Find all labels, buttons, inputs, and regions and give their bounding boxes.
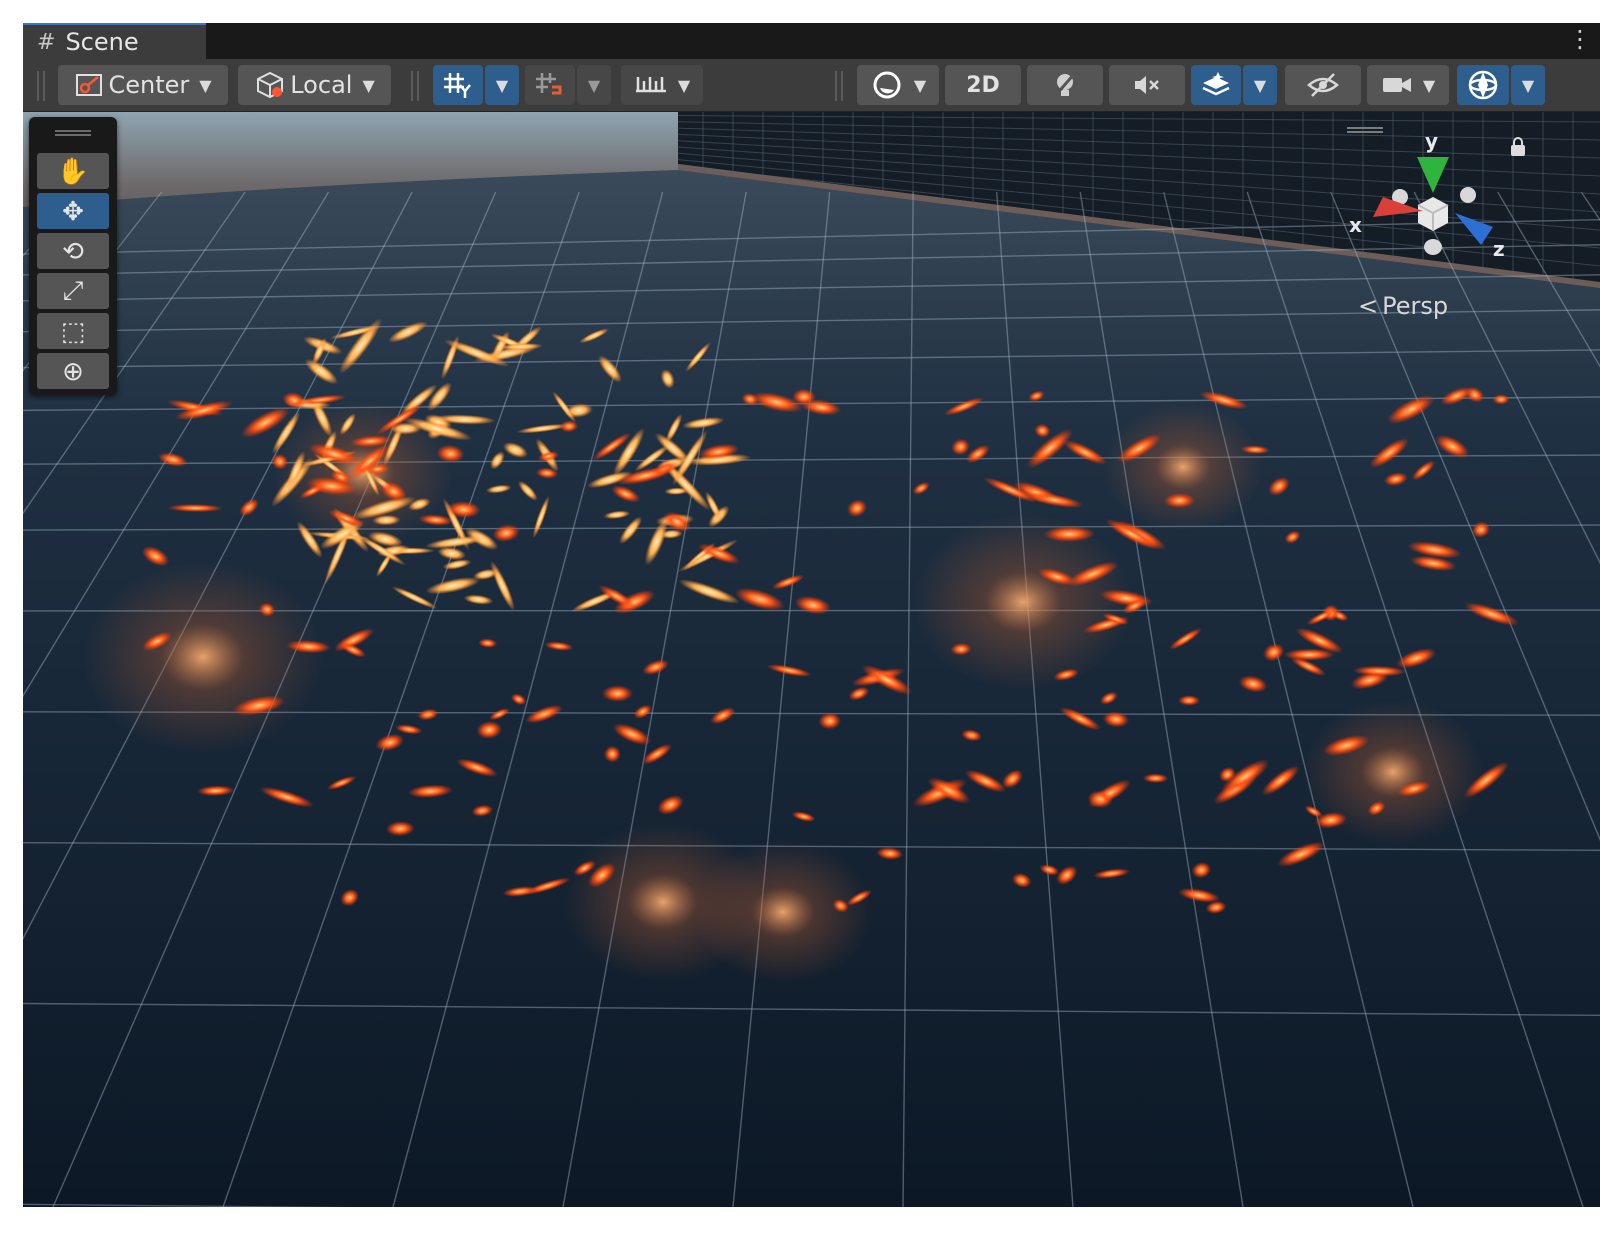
hand-tool-button[interactable]: ✋ (37, 153, 109, 189)
layers-effects-icon (1202, 72, 1230, 96)
chevron-down-icon: ▼ (1521, 75, 1535, 95)
grid-snap-button[interactable] (433, 65, 483, 105)
scale-icon: ⤢ (62, 275, 84, 305)
projection-label: Persp (1382, 292, 1449, 320)
increment-snap-button[interactable] (525, 65, 575, 105)
gizmo-z-label: z (1493, 237, 1505, 261)
gizmos-dropdown[interactable]: ▼ (1511, 65, 1545, 105)
pivot-mode-label: Center (108, 71, 190, 99)
hand-icon: ✋ (56, 155, 90, 186)
transform-tool-button[interactable]: ⊕ (37, 353, 109, 389)
toolbar-grip-icon[interactable] (37, 71, 45, 101)
gizmo-z-axis[interactable] (1455, 213, 1493, 245)
scene-visibility-toggle[interactable] (1285, 65, 1361, 105)
orientation-gizmo[interactable]: y x z (1343, 127, 1543, 287)
scene-toolbar: Center ▼ Local ▼ ▼ ▼ ▼ ▼ 2D ▼ ▼ ▼ (23, 59, 1600, 112)
rotate-tool-button[interactable]: ⟲ (37, 233, 109, 269)
gizmos-toggle[interactable] (1457, 65, 1509, 105)
audio-muted-icon (1135, 76, 1159, 94)
more-options-icon[interactable]: ⋮ (1568, 27, 1592, 53)
shaded-sphere-icon (873, 71, 901, 99)
pivot-rotation-label: Local (290, 71, 353, 99)
camera-icon (1382, 78, 1411, 92)
view-2d-toggle[interactable]: 2D (945, 65, 1021, 105)
increment-snap-dropdown[interactable]: ▼ (577, 65, 611, 105)
lighting-off-icon (1053, 72, 1077, 97)
tab-scene[interactable]: # Scene (23, 23, 206, 59)
rotate-icon: ⟲ (62, 235, 84, 266)
gizmo-y-axis[interactable] (1417, 157, 1449, 193)
chevron-down-icon: ▼ (495, 75, 509, 95)
chevron-left-icon: < (1358, 292, 1379, 320)
effects-toggle[interactable] (1191, 65, 1241, 105)
camera-settings-dropdown[interactable]: ▼ (1367, 65, 1449, 105)
gizmo-neg-z[interactable] (1460, 187, 1476, 203)
pivot-mode-dropdown[interactable]: Center ▼ (58, 65, 228, 105)
local-cube-icon (257, 71, 284, 99)
draw-mode-dropdown[interactable]: ▼ (857, 65, 939, 105)
move-arrows-icon: ✥ (62, 195, 84, 226)
overlay-drag-handle-icon[interactable] (55, 130, 91, 136)
tab-bar: # Scene ⋮ (23, 23, 1600, 59)
pivot-center-icon (76, 74, 103, 96)
lighting-toggle[interactable] (1027, 65, 1103, 105)
transform-icon: ⊕ (62, 355, 84, 386)
tools-overlay: ✋ ✥ ⟲ ⤢ ⬚ ⊕ (29, 117, 117, 395)
chevron-down-icon: ▼ (677, 75, 691, 95)
rect-tool-button[interactable]: ⬚ (37, 313, 109, 349)
chevron-down-icon: ▼ (362, 75, 375, 95)
lock-icon[interactable] (1511, 137, 1525, 156)
toolbar-grip-icon[interactable] (835, 71, 843, 101)
toolbar-grip-icon[interactable] (411, 71, 419, 101)
rect-transform-icon: ⬚ (60, 315, 86, 346)
hash-grid-icon: # (37, 29, 56, 55)
chevron-down-icon: ▼ (587, 75, 601, 95)
gizmo-y-label: y (1425, 129, 1439, 153)
view-2d-label: 2D (966, 72, 1000, 98)
grid-y-icon (444, 73, 471, 98)
chevron-down-icon: ▼ (913, 75, 927, 95)
grid-axis-dropdown[interactable]: ▼ (485, 65, 519, 105)
gizmo-x-label: x (1349, 213, 1362, 237)
pivot-rotation-dropdown[interactable]: Local ▼ (238, 65, 391, 105)
gizmo-neg-y[interactable] (1424, 239, 1442, 255)
gizmo-sphere-icon (1468, 70, 1498, 100)
tab-title: Scene (65, 28, 139, 56)
audio-toggle[interactable] (1109, 65, 1185, 105)
ruler-grid-icon (635, 77, 666, 93)
move-tool-button[interactable]: ✥ (37, 193, 109, 229)
projection-toggle[interactable]: < Persp (1358, 292, 1448, 320)
grid-visibility-dropdown[interactable]: ▼ (621, 65, 703, 105)
effects-dropdown[interactable]: ▼ (1243, 65, 1277, 105)
chevron-down-icon: ▼ (1422, 75, 1436, 95)
chevron-down-icon: ▼ (199, 75, 212, 95)
scene-viewport[interactable]: ✋ ✥ ⟲ ⤢ ⬚ ⊕ y x z < Persp (23, 112, 1600, 1207)
snap-grid-magnet-icon (536, 73, 562, 95)
eye-hidden-icon (1307, 73, 1339, 97)
chevron-down-icon: ▼ (1253, 75, 1267, 95)
scale-tool-button[interactable]: ⤢ (37, 273, 109, 309)
scene-window: # Scene ⋮ Center ▼ Local ▼ ▼ ▼ ▼ ▼ 2D ▼ … (23, 23, 1600, 1207)
